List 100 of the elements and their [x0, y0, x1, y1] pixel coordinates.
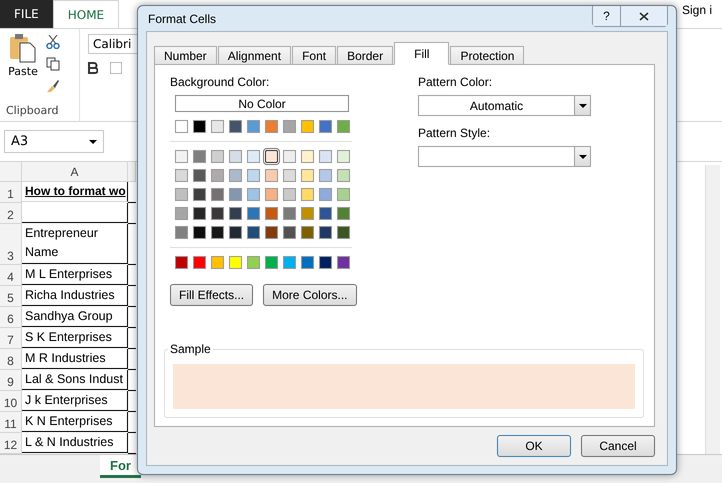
color-swatch[interactable]: [337, 150, 350, 163]
color-swatch[interactable]: [301, 188, 314, 201]
color-swatch[interactable]: [301, 150, 314, 163]
color-swatch[interactable]: [211, 226, 224, 239]
dialog-tab[interactable]: Border: [337, 46, 394, 65]
row-header[interactable]: 10: [0, 391, 22, 412]
ribbon-tab[interactable]: FILE: [0, 0, 53, 28]
row-header[interactable]: 11: [0, 412, 22, 433]
color-swatch[interactable]: [301, 169, 314, 182]
color-swatch[interactable]: [319, 169, 332, 182]
pattern-color-dropdown[interactable]: Automatic: [418, 95, 591, 116]
column-header[interactable]: [128, 162, 136, 182]
color-swatch[interactable]: [301, 120, 314, 133]
color-swatch[interactable]: [211, 150, 224, 163]
row-header[interactable]: 6: [0, 307, 22, 328]
color-swatch[interactable]: [175, 120, 188, 133]
row-header[interactable]: 8: [0, 349, 22, 370]
color-swatch[interactable]: [265, 169, 278, 182]
close-button[interactable]: [621, 6, 667, 26]
color-swatch[interactable]: [283, 169, 296, 182]
pattern-style-dropdown[interactable]: [418, 146, 591, 167]
paste-button[interactable]: Paste: [6, 33, 40, 93]
color-swatch[interactable]: [193, 120, 206, 133]
copy-icon[interactable]: [46, 57, 60, 71]
color-swatch[interactable]: [175, 226, 188, 239]
column-header[interactable]: A: [22, 162, 128, 182]
row-header[interactable]: 9: [0, 370, 22, 391]
color-swatch[interactable]: [337, 169, 350, 182]
color-swatch[interactable]: [337, 226, 350, 239]
color-swatch[interactable]: [229, 188, 242, 201]
select-all-corner[interactable]: [0, 162, 22, 182]
row-header[interactable]: 7: [0, 328, 22, 349]
sign-in-link[interactable]: Sign i: [682, 3, 712, 17]
dialog-tab[interactable]: Protection: [450, 46, 524, 65]
color-swatch[interactable]: [229, 169, 242, 182]
more-colors-button[interactable]: More Colors...: [263, 284, 356, 306]
brush-icon[interactable]: [46, 79, 60, 93]
color-swatch[interactable]: [301, 226, 314, 239]
color-swatch[interactable]: [175, 207, 188, 220]
color-swatch[interactable]: [175, 256, 188, 269]
color-swatch[interactable]: [193, 256, 206, 269]
color-swatch[interactable]: [229, 226, 242, 239]
color-swatch[interactable]: [265, 256, 278, 269]
color-swatch[interactable]: [283, 256, 296, 269]
color-swatch[interactable]: [265, 226, 278, 239]
color-swatch[interactable]: [247, 226, 260, 239]
color-swatch[interactable]: [211, 207, 224, 220]
ok-button[interactable]: OK: [497, 435, 571, 457]
color-swatch[interactable]: [175, 169, 188, 182]
row-header[interactable]: 4: [0, 265, 22, 286]
color-swatch[interactable]: [319, 226, 332, 239]
color-swatch[interactable]: [265, 207, 278, 220]
color-swatch[interactable]: [337, 207, 350, 220]
color-swatch[interactable]: [301, 207, 314, 220]
color-swatch[interactable]: [337, 120, 350, 133]
color-swatch[interactable]: [211, 169, 224, 182]
color-swatch[interactable]: [283, 226, 296, 239]
color-swatch[interactable]: [283, 207, 296, 220]
dialog-tab[interactable]: Alignment: [218, 46, 292, 65]
dialog-tab[interactable]: Font: [292, 46, 336, 65]
color-swatch[interactable]: [193, 188, 206, 201]
color-swatch[interactable]: [319, 120, 332, 133]
color-swatch[interactable]: [175, 188, 188, 201]
color-swatch[interactable]: [193, 169, 206, 182]
color-swatch[interactable]: [247, 256, 260, 269]
color-swatch[interactable]: [193, 226, 206, 239]
dialog-tab[interactable]: Fill: [394, 42, 450, 65]
color-swatch[interactable]: [211, 120, 224, 133]
color-swatch[interactable]: [193, 150, 206, 163]
color-swatch[interactable]: [229, 207, 242, 220]
bold-icon[interactable]: [88, 62, 98, 74]
sheet-tab[interactable]: For: [100, 455, 141, 478]
help-button[interactable]: ?: [593, 6, 621, 26]
color-swatch[interactable]: [175, 150, 188, 163]
row-header[interactable]: 1: [0, 182, 22, 203]
color-swatch[interactable]: [283, 120, 296, 133]
color-swatch[interactable]: [319, 150, 332, 163]
color-swatch[interactable]: [229, 256, 242, 269]
color-swatch[interactable]: [319, 207, 332, 220]
color-swatch[interactable]: [283, 188, 296, 201]
color-swatch[interactable]: [283, 150, 296, 163]
color-swatch[interactable]: [247, 120, 260, 133]
color-swatch[interactable]: [211, 188, 224, 201]
color-swatch[interactable]: [247, 188, 260, 201]
fill-effects-button[interactable]: Fill Effects...: [170, 284, 254, 306]
color-swatch[interactable]: [247, 207, 260, 220]
row-header[interactable]: 2: [0, 203, 22, 224]
color-swatch[interactable]: [319, 188, 332, 201]
ribbon-tab[interactable]: HOME: [52, 0, 120, 28]
color-swatch[interactable]: [229, 120, 242, 133]
color-swatch[interactable]: [337, 188, 350, 201]
color-swatch[interactable]: [193, 207, 206, 220]
color-swatch[interactable]: [265, 188, 278, 201]
borders-icon[interactable]: [110, 62, 122, 74]
color-swatch[interactable]: [247, 150, 260, 163]
row-header[interactable]: 12: [0, 433, 22, 454]
color-swatch[interactable]: [229, 150, 242, 163]
no-color-button[interactable]: No Color: [175, 95, 349, 112]
color-swatch[interactable]: [247, 169, 260, 182]
color-swatch[interactable]: [337, 256, 350, 269]
